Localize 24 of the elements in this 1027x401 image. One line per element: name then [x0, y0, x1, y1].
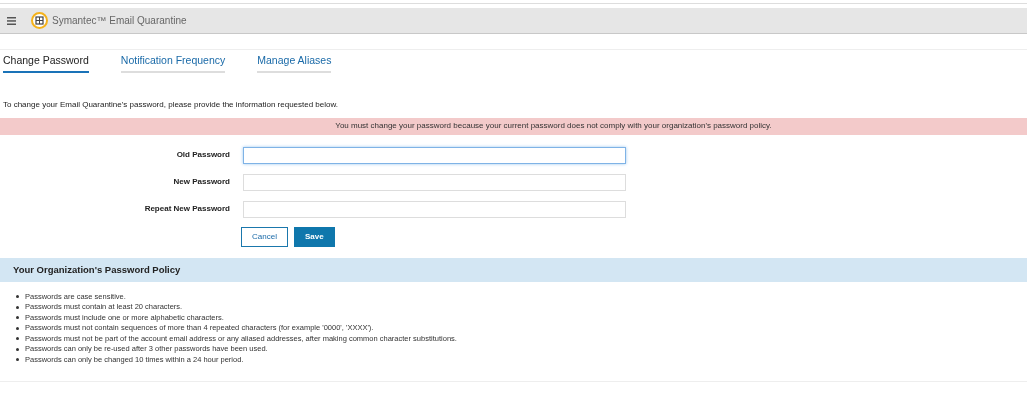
menu-icon[interactable]: [7, 16, 16, 25]
bullet-icon: [16, 347, 19, 351]
tab[interactable]: Change Password: [3, 53, 89, 73]
bullet-icon: [16, 305, 19, 309]
field-label: Repeat New Password: [143, 203, 230, 216]
bullet-icon: [16, 316, 19, 320]
password-field[interactable]: [243, 200, 626, 218]
bullet-icon: [16, 337, 19, 341]
bullet-icon: [16, 358, 19, 362]
intro-text: To change your Email Quarantine's password, please provide the information requested below.: [3, 98, 340, 111]
save-button[interactable]: Save: [293, 226, 335, 247]
password-field[interactable]: [243, 173, 626, 191]
cancel-button[interactable]: Cancel: [241, 226, 288, 247]
logo-icon: [31, 12, 48, 29]
field-label: New Password: [172, 176, 230, 189]
policy-header: Your Organization's Password Policy: [0, 257, 1027, 282]
bullet-icon: [16, 295, 19, 299]
app-title: Symantec™ Email Quarantine: [52, 14, 187, 28]
password-field[interactable]: [243, 146, 626, 164]
field-label: Old Password: [175, 149, 230, 162]
alert-banner: You must change your password because your current password does not comply with your organization's password policy.: [0, 117, 1027, 135]
tab[interactable]: Manage Aliases: [257, 53, 332, 73]
bullet-icon: [16, 326, 19, 330]
tab[interactable]: Notification Frequency: [120, 53, 226, 73]
